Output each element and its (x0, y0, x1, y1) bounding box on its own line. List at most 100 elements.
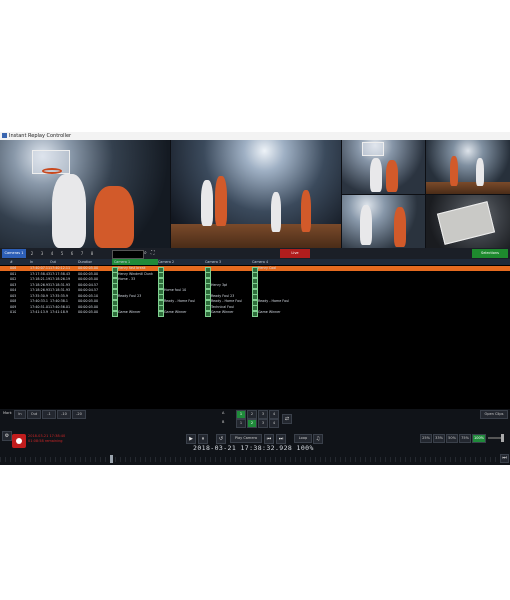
replay-controller-window: Instant Replay Controller Cameras 1 2 3 … (0, 132, 510, 465)
swap-cameras-icon[interactable]: ⇄ (282, 414, 292, 424)
offset-minus-10-button[interactable]: -10 (57, 410, 71, 419)
player-white (52, 174, 86, 248)
mark-in-button[interactable]: In (14, 410, 26, 419)
music-note-icon[interactable]: ♫ (313, 434, 323, 444)
cam-a-3-button[interactable]: 3 (258, 410, 268, 419)
table-row[interactable]: 006 17:40:07.11 17:40:12.11 00:00:05.00 Henr… (0, 266, 510, 273)
nav-button-7[interactable]: 7 (78, 250, 86, 257)
cell-dur: 00:00:05.00 (78, 310, 99, 314)
cam-a-4-button[interactable]: 4 (269, 410, 279, 419)
record-icon[interactable] (12, 434, 26, 448)
header-number[interactable]: # (10, 259, 13, 265)
header-camera-3[interactable]: Camera 3 (205, 259, 221, 265)
table-row[interactable]: 009 17:40:51.01 17:40:56.01 00:00:05.00 Tech… (0, 304, 510, 311)
nav-button-3[interactable]: 3 (38, 250, 46, 257)
offset-minus-1-button[interactable]: -1 (42, 410, 56, 419)
cell-c3: Technical Foul (211, 304, 234, 309)
live-button[interactable]: Live (280, 249, 310, 258)
camera-4-view[interactable] (426, 140, 510, 194)
nav-button-6[interactable]: 6 (68, 250, 76, 257)
rewind-icon[interactable]: ↺ (216, 434, 226, 444)
cam-b-3-button[interactable]: 3 (258, 419, 268, 428)
cell-dur: 00:00:05.00 (78, 277, 99, 281)
speed-slider[interactable] (488, 434, 504, 442)
header-camera-4[interactable]: Camera 4 (252, 259, 268, 265)
cell-num: 005 (10, 293, 17, 298)
gear-icon[interactable]: ⚙ (2, 431, 12, 441)
table-row[interactable]: 001 17:17:58.43 17:17:58.43 00:00:05.00 Henr… (0, 271, 510, 278)
skip-forward-icon[interactable]: ⏭ (276, 434, 286, 444)
cell-num: 001 (10, 271, 17, 276)
camera-1-view[interactable] (0, 140, 170, 248)
speed-33-button[interactable]: 33% (433, 434, 445, 443)
skip-back-icon[interactable]: ⏮ (264, 434, 274, 444)
camera-3-view[interactable] (342, 140, 425, 194)
header-in[interactable]: In (30, 259, 33, 265)
speed-75-button[interactable]: 75% (459, 434, 471, 443)
fullscreen-icon[interactable]: ⛶ (151, 250, 155, 257)
header-camera-2[interactable]: Camera 2 (158, 259, 174, 265)
camera-6-view[interactable] (426, 195, 510, 248)
table-row[interactable]: 008 17:40:33.1 17:40:38.1 00:00:05.00 Ready … (0, 299, 510, 306)
player-white (476, 158, 484, 186)
cell-dur: 00:00:05.00 (78, 299, 99, 303)
cell-out: 17:18:31.93 (50, 288, 71, 292)
cam-a-1-button[interactable]: 1 (236, 410, 246, 419)
speed-25-button[interactable]: 25% (420, 434, 432, 443)
header-duration[interactable]: Duration (78, 259, 92, 265)
timeline-end-icon[interactable]: ⏭ (500, 454, 509, 463)
cell-out: 17:18:31.93 (50, 282, 71, 287)
cam-b-1-button[interactable]: 1 (236, 419, 246, 428)
cell-num: 008 (10, 299, 17, 303)
title-bar: Instant Replay Controller (0, 132, 510, 140)
nav-button-4[interactable]: 4 (48, 250, 56, 257)
camera-2-view[interactable] (171, 140, 341, 248)
nav-button-8[interactable]: 8 (88, 250, 96, 257)
table-row[interactable]: 002 17:18:21.19 17:18:26.19 00:00:05.00 Home… (0, 277, 510, 284)
speed-50-button[interactable]: 50% (446, 434, 458, 443)
recording-timestamp: 2018-03-21 17:38:40 (28, 434, 66, 438)
cell-dur: 00:00:05.00 (78, 271, 99, 276)
selections-button[interactable]: Selections (472, 249, 508, 258)
table-row[interactable]: 005 17:35:30.9 17:35:35.9 00:00:05.10 Ready … (0, 293, 510, 300)
player-white (271, 192, 281, 232)
table-row[interactable]: 010 17:41:13.9 17:41:18.9 00:00:05.00 Game W… (0, 310, 510, 317)
timecode-display: 2018-03-21 17:38:32.928 100% (193, 444, 314, 452)
header-camera-1[interactable]: Camera 1 (112, 259, 158, 265)
camera-select-dropdown[interactable]: Cameras 1 (2, 249, 26, 258)
nav-button-2[interactable]: 2 (28, 250, 36, 257)
cell-c2: Home foul 10 (164, 288, 187, 292)
header-out[interactable]: Out (50, 259, 56, 265)
search-icon[interactable]: ⌕ (144, 250, 147, 257)
open-clips-button[interactable]: Open Clips (480, 410, 508, 419)
video-wall (0, 140, 510, 248)
pause-icon[interactable]: ⏸ (198, 434, 208, 444)
search-input[interactable] (112, 250, 144, 259)
table-row[interactable]: 003 17:18:26.93 17:18:31.93 00:00:04.57 Henr… (0, 282, 510, 289)
camera-5-view[interactable] (342, 195, 425, 248)
mark-out-button[interactable]: Out (27, 410, 41, 419)
cell-in: 17:18:26.93 (30, 282, 51, 287)
cell-out: 17:35:35.9 (50, 293, 68, 298)
loop-button[interactable]: Loop (294, 434, 312, 443)
cam-b-4-button[interactable]: 4 (269, 419, 279, 428)
offset-minus-20-button[interactable]: -20 (72, 410, 86, 419)
nav-button-5[interactable]: 5 (58, 250, 66, 257)
cell-num: 002 (10, 277, 17, 281)
timeline-ruler[interactable] (0, 457, 500, 462)
cell-in: 17:18:21.19 (30, 277, 51, 281)
cam-a-2-button[interactable]: 2 (247, 410, 257, 419)
player-orange (301, 190, 311, 232)
cell-in: 17:40:07.11 (30, 266, 51, 270)
speed-100-button[interactable]: 100% (472, 434, 486, 443)
table-row[interactable]: 004 17:18:26.93 17:18:31.93 00:00:04.57 Home… (0, 288, 510, 295)
speed-slider-handle[interactable] (501, 434, 504, 442)
cam-b-2-button[interactable]: 2 (247, 419, 257, 428)
play-icon[interactable]: ▶ (186, 434, 196, 444)
cell-in: 17:40:51.01 (30, 304, 51, 309)
play-camera-dropdown[interactable]: Play Camera (230, 434, 262, 443)
cell-in: 17:18:26.93 (30, 288, 51, 292)
timeline-playhead[interactable] (110, 455, 113, 463)
cell-c1: Henry fast break (118, 266, 146, 270)
cell-out: 17:17:58.43 (50, 271, 71, 276)
